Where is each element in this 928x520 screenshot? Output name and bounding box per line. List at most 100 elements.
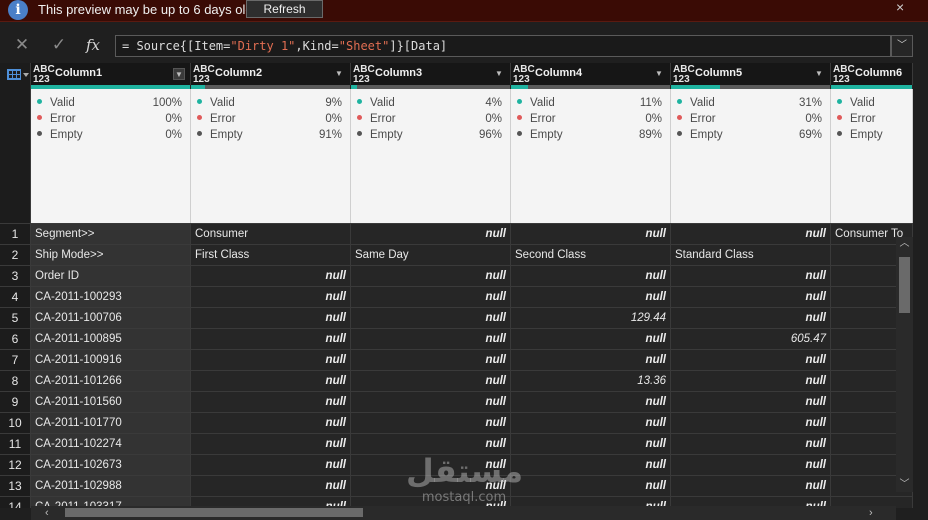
table-cell[interactable]: null bbox=[671, 287, 831, 307]
row-number[interactable]: 8 bbox=[0, 371, 31, 391]
table-cell[interactable]: CA-2011-100895 bbox=[31, 329, 191, 349]
table-cell[interactable]: 129.44 bbox=[511, 308, 671, 328]
column-header[interactable]: ABC 123 Column1 ▼ bbox=[31, 63, 191, 85]
table-cell[interactable]: Second Class bbox=[511, 245, 671, 265]
table-cell[interactable]: null bbox=[511, 329, 671, 349]
scroll-left-icon[interactable]: ‹ bbox=[45, 506, 49, 520]
table-row[interactable]: 13 CA-2011-102988 null null null null bbox=[0, 475, 913, 496]
table-cell[interactable]: null bbox=[351, 224, 511, 244]
filter-dropdown-icon[interactable]: ▼ bbox=[653, 68, 665, 80]
table-cell[interactable]: null bbox=[191, 308, 351, 328]
table-cell[interactable]: null bbox=[351, 266, 511, 286]
column-header[interactable]: ABC 123 Column3 ▼ bbox=[351, 63, 511, 85]
commit-icon[interactable]: ✓ bbox=[48, 34, 70, 56]
table-cell[interactable]: null bbox=[191, 434, 351, 454]
table-cell[interactable]: null bbox=[351, 434, 511, 454]
table-row[interactable]: 6 CA-2011-100895 null null null 605.47 bbox=[0, 328, 913, 349]
table-cell[interactable]: null bbox=[351, 371, 511, 391]
table-cell[interactable]: null bbox=[191, 329, 351, 349]
table-cell[interactable]: null bbox=[671, 434, 831, 454]
table-cell[interactable]: null bbox=[191, 287, 351, 307]
table-cell[interactable]: CA-2011-102274 bbox=[31, 434, 191, 454]
filter-dropdown-icon[interactable]: ▼ bbox=[333, 68, 345, 80]
row-number[interactable]: 4 bbox=[0, 287, 31, 307]
refresh-button[interactable]: Refresh bbox=[246, 0, 323, 18]
table-cell[interactable]: null bbox=[191, 392, 351, 412]
horizontal-scrollbar[interactable]: ‹ › bbox=[31, 506, 896, 520]
table-cell[interactable]: Consumer bbox=[191, 224, 351, 244]
filter-dropdown-icon[interactable]: ▼ bbox=[813, 68, 825, 80]
table-cell[interactable]: null bbox=[671, 266, 831, 286]
expand-formula-icon[interactable]: ﹀ bbox=[891, 35, 913, 57]
table-cell[interactable]: null bbox=[511, 266, 671, 286]
table-row[interactable]: 4 CA-2011-100293 null null null null bbox=[0, 286, 913, 307]
type-any-icon[interactable]: ABC 123 bbox=[513, 65, 535, 85]
table-corner[interactable] bbox=[0, 63, 31, 223]
table-cell[interactable]: null bbox=[511, 350, 671, 370]
table-cell[interactable]: null bbox=[191, 266, 351, 286]
column-header[interactable]: ABC 123 Column6 bbox=[831, 63, 913, 85]
column-header[interactable]: ABC 123 Column5 ▼ bbox=[671, 63, 831, 85]
table-row[interactable]: 12 CA-2011-102673 null null null null bbox=[0, 454, 913, 475]
table-cell[interactable]: null bbox=[191, 350, 351, 370]
column-header[interactable]: ABC 123 Column4 ▼ bbox=[511, 63, 671, 85]
table-row[interactable]: 10 CA-2011-101770 null null null null bbox=[0, 412, 913, 433]
table-row[interactable]: 9 CA-2011-101560 null null null null bbox=[0, 391, 913, 412]
table-cell[interactable]: null bbox=[511, 224, 671, 244]
type-any-icon[interactable]: ABC 123 bbox=[193, 65, 215, 85]
table-cell[interactable]: null bbox=[191, 476, 351, 496]
table-cell[interactable]: CA-2011-101560 bbox=[31, 392, 191, 412]
table-cell[interactable]: null bbox=[191, 413, 351, 433]
vertical-scrollbar[interactable]: ︿ ﹀ bbox=[896, 237, 913, 492]
horizontal-scroll-thumb[interactable] bbox=[65, 508, 363, 517]
scroll-up-icon[interactable]: ︿ bbox=[896, 237, 913, 251]
row-number[interactable]: 12 bbox=[0, 455, 31, 475]
close-icon[interactable]: × bbox=[896, 0, 904, 14]
formula-input[interactable]: = Source{[Item="Dirty 1",Kind="Sheet"]}[… bbox=[115, 35, 891, 57]
table-cell[interactable]: 605.47 bbox=[671, 329, 831, 349]
table-cell[interactable]: CA-2011-100916 bbox=[31, 350, 191, 370]
filter-dropdown-icon[interactable]: ▼ bbox=[493, 68, 505, 80]
vertical-scroll-thumb[interactable] bbox=[899, 257, 910, 313]
row-number[interactable]: 2 bbox=[0, 245, 31, 265]
row-number[interactable]: 1 bbox=[0, 224, 31, 244]
table-cell[interactable]: null bbox=[351, 392, 511, 412]
table-cell[interactable]: Same Day bbox=[351, 245, 511, 265]
table-row[interactable]: 8 CA-2011-101266 null null 13.36 null bbox=[0, 370, 913, 391]
table-row[interactable]: 1 Segment>> Consumer null null null Consumer T… bbox=[0, 223, 913, 244]
table-cell[interactable]: null bbox=[351, 308, 511, 328]
table-cell[interactable]: null bbox=[511, 434, 671, 454]
row-number[interactable]: 3 bbox=[0, 266, 31, 286]
table-cell[interactable]: null bbox=[511, 287, 671, 307]
fx-icon[interactable]: fx bbox=[82, 34, 104, 56]
table-cell[interactable]: 13.36 bbox=[511, 371, 671, 391]
table-cell[interactable]: CA-2011-100293 bbox=[31, 287, 191, 307]
table-row[interactable]: 7 CA-2011-100916 null null null null bbox=[0, 349, 913, 370]
table-cell[interactable]: null bbox=[191, 455, 351, 475]
filter-dropdown-icon[interactable]: ▼ bbox=[173, 68, 185, 80]
table-cell[interactable]: null bbox=[511, 455, 671, 475]
column-header[interactable]: ABC 123 Column2 ▼ bbox=[191, 63, 351, 85]
scroll-right-icon[interactable]: › bbox=[869, 506, 873, 520]
table-cell[interactable]: null bbox=[351, 455, 511, 475]
table-cell[interactable]: null bbox=[351, 287, 511, 307]
table-cell[interactable]: null bbox=[191, 371, 351, 391]
table-row[interactable]: 5 CA-2011-100706 null null 129.44 null bbox=[0, 307, 913, 328]
table-cell[interactable]: null bbox=[671, 392, 831, 412]
type-any-icon[interactable]: ABC 123 bbox=[33, 65, 55, 85]
row-number[interactable]: 9 bbox=[0, 392, 31, 412]
scroll-down-icon[interactable]: ﹀ bbox=[896, 478, 913, 492]
row-number[interactable]: 5 bbox=[0, 308, 31, 328]
row-number[interactable]: 13 bbox=[0, 476, 31, 496]
table-cell[interactable]: First Class bbox=[191, 245, 351, 265]
table-cell[interactable]: null bbox=[351, 476, 511, 496]
table-cell[interactable]: null bbox=[671, 224, 831, 244]
table-cell[interactable]: null bbox=[511, 413, 671, 433]
table-row[interactable]: 2 Ship Mode>> First Class Same Day Second Cl… bbox=[0, 244, 913, 265]
row-number[interactable]: 10 bbox=[0, 413, 31, 433]
row-number[interactable]: 7 bbox=[0, 350, 31, 370]
table-cell[interactable]: null bbox=[671, 371, 831, 391]
table-cell[interactable]: null bbox=[671, 455, 831, 475]
table-cell[interactable]: null bbox=[671, 413, 831, 433]
row-number[interactable]: 14 bbox=[0, 497, 31, 508]
